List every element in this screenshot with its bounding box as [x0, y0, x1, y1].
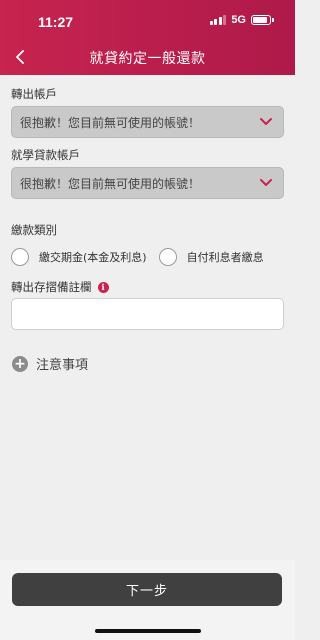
page-title: 就貸約定一般還款 — [89, 51, 206, 67]
plus-circle-icon: + — [12, 355, 28, 372]
remark-label-row: 轉出存摺備註欄 i — [11, 279, 109, 295]
payment-type-label: 繳款類別 — [11, 223, 57, 237]
battery-icon — [251, 15, 274, 25]
loan-account-value: 很抱歉！您目前無可使用的帳號！ — [20, 176, 201, 191]
payment-type-option-principal[interactable]: 繳交期金(本金及利息) — [39, 249, 147, 265]
chevron-down-icon — [260, 179, 272, 186]
remark-label: 轉出存摺備註欄 — [11, 280, 92, 294]
network-label: 5G — [231, 14, 246, 26]
remark-input[interactable] — [11, 298, 284, 330]
next-button[interactable]: 下一步 — [12, 573, 282, 606]
app-header: 11:27 5G 就貸約定一般還款 — [0, 0, 295, 75]
status-indicators: 5G — [209, 14, 274, 26]
from-account-value: 很抱歉！您目前無可使用的帳號！ — [20, 115, 201, 130]
payment-type-options: 繳交期金(本金及利息) 自付利息者繳息 — [11, 248, 264, 266]
chevron-down-icon — [260, 118, 272, 125]
loan-account-label: 就學貸款帳戶 — [11, 148, 80, 162]
loan-account-select[interactable]: 很抱歉！您目前無可使用的帳號！ — [11, 167, 284, 199]
payment-type-option-interest[interactable]: 自付利息者繳息 — [187, 249, 264, 265]
from-account-select[interactable]: 很抱歉！您目前無可使用的帳號！ — [11, 106, 284, 138]
from-account-label: 轉出帳戶 — [11, 87, 57, 101]
status-time: 11:27 — [38, 14, 74, 30]
home-indicator — [95, 629, 201, 633]
info-icon[interactable]: i — [97, 281, 109, 293]
signal-icon — [209, 15, 227, 25]
payment-type-radio-interest[interactable] — [158, 248, 177, 266]
notice-toggle[interactable]: + 注意事項 — [12, 354, 88, 373]
payment-type-radio-principal[interactable] — [11, 248, 29, 266]
notice-label: 注意事項 — [36, 358, 89, 373]
